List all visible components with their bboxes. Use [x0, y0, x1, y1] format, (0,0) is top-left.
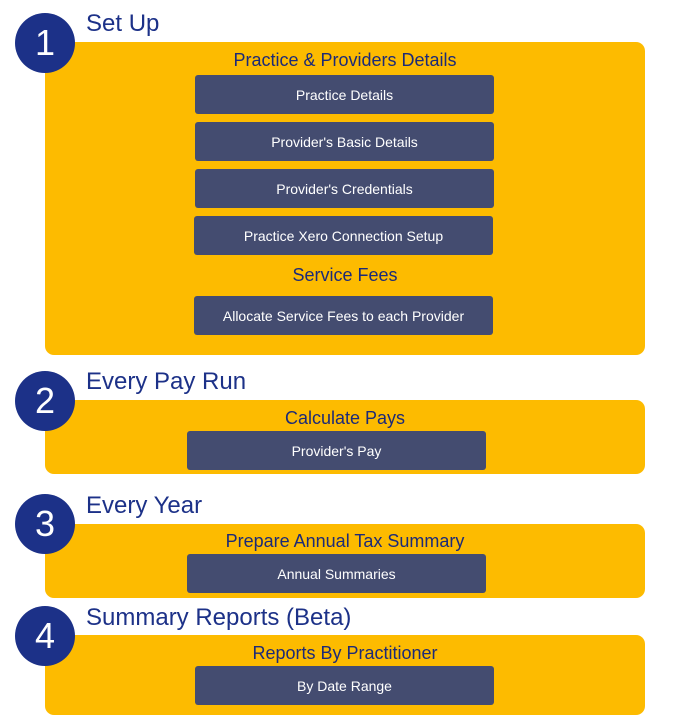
section-panel: Reports By Practitioner By Date Range	[45, 635, 645, 715]
step-badge: 2	[15, 371, 75, 431]
section-panel: Practice & Providers Details Practice De…	[45, 42, 645, 355]
section-panel: Calculate Pays Provider's Pay	[45, 400, 645, 474]
group-heading: Reports By Practitioner	[252, 643, 438, 663]
providers-basic-details-button[interactable]: Provider's Basic Details	[195, 122, 494, 161]
section-title: Every Pay Run	[86, 368, 247, 395]
section-title: Summary Reports (Beta)	[86, 604, 352, 631]
allocate-service-fees-button[interactable]: Allocate Service Fees to each Provider	[194, 296, 493, 335]
group-heading: Service Fees	[292, 265, 398, 285]
providers-pay-button[interactable]: Provider's Pay	[187, 431, 486, 470]
section-panel: Prepare Annual Tax Summary Annual Summar…	[45, 524, 645, 598]
group-heading: Prepare Annual Tax Summary	[225, 531, 465, 551]
annual-summaries-button[interactable]: Annual Summaries	[187, 554, 486, 593]
section-title: Set Up	[86, 10, 160, 37]
step-badge: 3	[15, 494, 75, 554]
practice-details-button[interactable]: Practice Details	[195, 75, 494, 114]
step-badge: 1	[15, 13, 75, 73]
providers-credentials-button[interactable]: Provider's Credentials	[195, 169, 494, 208]
xero-connection-setup-button[interactable]: Practice Xero Connection Setup	[194, 216, 493, 255]
step-badge: 4	[15, 606, 75, 666]
group-heading: Calculate Pays	[284, 408, 406, 428]
group-heading: Practice & Providers Details	[233, 50, 457, 70]
section-title: Every Year	[86, 492, 203, 519]
by-date-range-button[interactable]: By Date Range	[195, 666, 494, 705]
